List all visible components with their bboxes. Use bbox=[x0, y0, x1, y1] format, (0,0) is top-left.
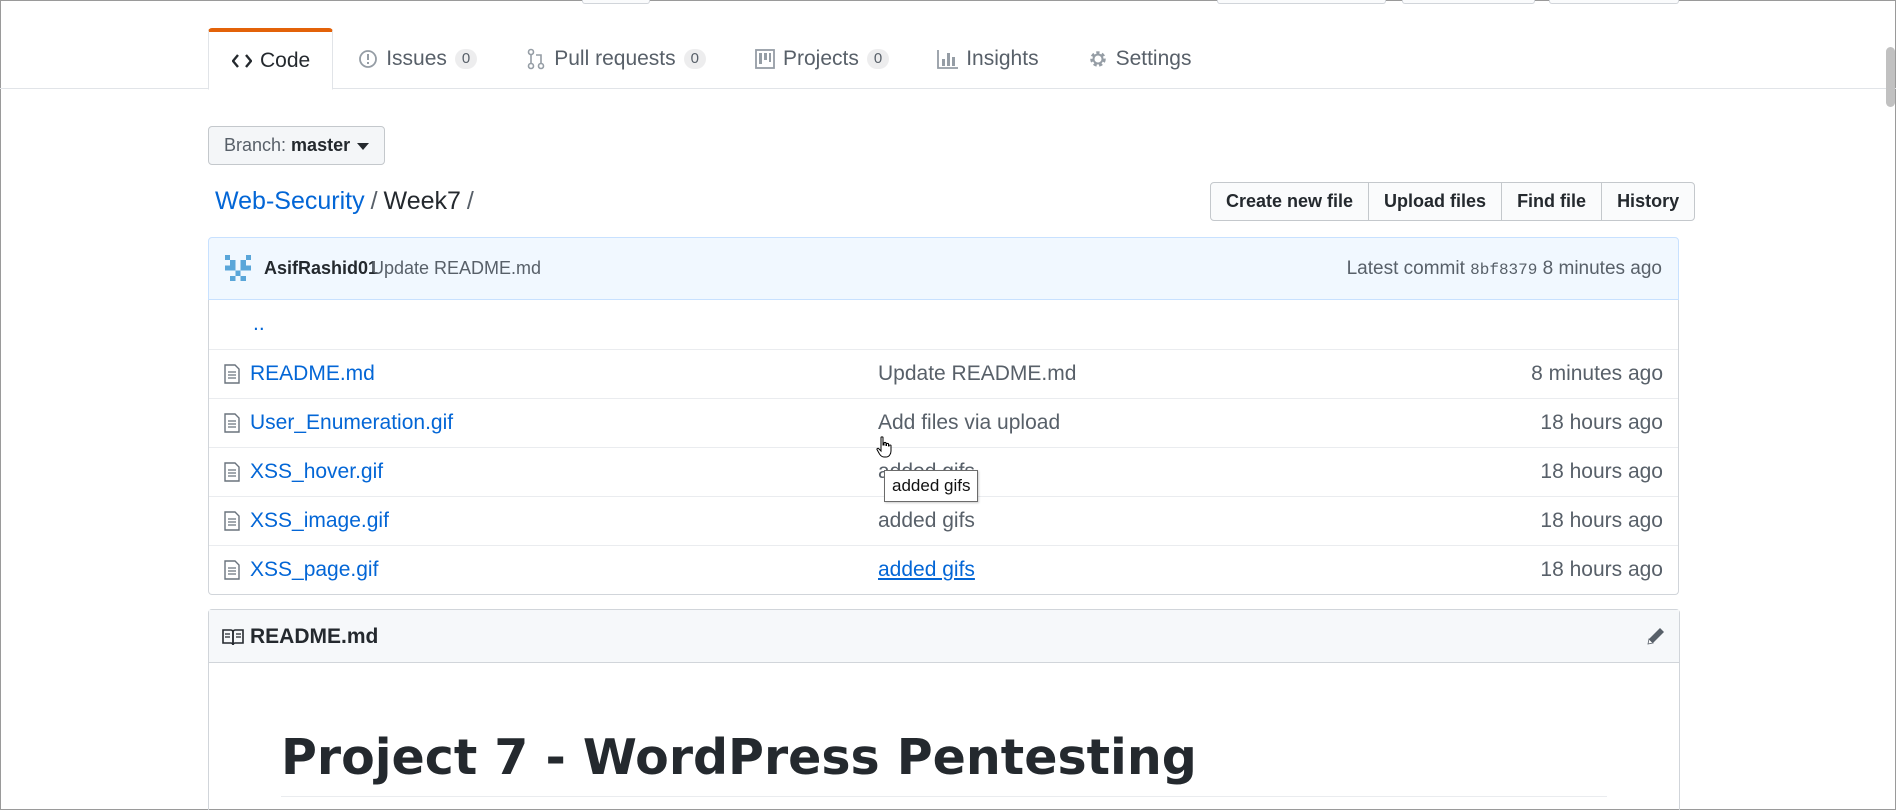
readme-filename: README.md bbox=[250, 625, 379, 648]
file-commit-message-link[interactable]: Update README.md bbox=[878, 362, 1076, 386]
file-list: .. README.md Update README.md 8 minutes … bbox=[208, 300, 1679, 595]
readme-header: README.md bbox=[209, 610, 1679, 663]
breadcrumb: Web-Security / Week7/ bbox=[215, 187, 480, 216]
header-button-stub[interactable] bbox=[582, 0, 650, 4]
heading-divider bbox=[281, 796, 1607, 797]
commit-age: 8 minutes ago bbox=[1542, 258, 1662, 279]
header-button-stub[interactable] bbox=[1217, 0, 1386, 4]
scrollbar-thumb[interactable] bbox=[1886, 47, 1895, 107]
tab-label: Settings bbox=[1115, 46, 1192, 70]
commit-sha-link[interactable]: 8bf8379 bbox=[1470, 261, 1537, 279]
latest-commit-info: Latest commit 8bf8379 8 minutes ago bbox=[1347, 258, 1662, 280]
book-icon bbox=[222, 629, 244, 646]
file-commit-message-link[interactable]: added gifs bbox=[878, 509, 975, 533]
readme-title: README.md bbox=[222, 625, 378, 649]
tooltip: added gifs bbox=[884, 470, 979, 502]
avatar[interactable] bbox=[225, 255, 251, 281]
projects-counter: 0 bbox=[866, 48, 890, 69]
history-button[interactable]: History bbox=[1601, 182, 1696, 221]
file-name-link[interactable]: XSS_hover.gif bbox=[250, 460, 383, 484]
file-age: 18 hours ago bbox=[1540, 411, 1663, 434]
commit-tease: AsifRashid01 Update README.md Latest com… bbox=[208, 237, 1679, 300]
tab-issues[interactable]: Issues 0 bbox=[333, 28, 501, 89]
code-icon bbox=[231, 50, 253, 72]
upload-files-button[interactable]: Upload files bbox=[1368, 182, 1503, 221]
file-icon bbox=[224, 462, 240, 482]
tab-label: Code bbox=[260, 48, 311, 72]
tab-label: Projects bbox=[783, 46, 859, 70]
tab-insights[interactable]: Insights bbox=[913, 28, 1062, 89]
pencil-icon[interactable] bbox=[1645, 625, 1667, 647]
file-age: 8 minutes ago bbox=[1531, 362, 1663, 385]
branch-name: master bbox=[291, 135, 351, 155]
branch-prefix: Branch: bbox=[224, 135, 287, 155]
hand-cursor-icon bbox=[876, 436, 892, 458]
tab-label: Insights bbox=[966, 46, 1039, 70]
file-name-link[interactable]: XSS_image.gif bbox=[250, 509, 389, 533]
caret-down-icon bbox=[357, 143, 370, 150]
breadcrumb-separator: / bbox=[466, 187, 474, 215]
file-name-link[interactable]: XSS_page.gif bbox=[250, 558, 378, 582]
repo-nav: Code Issues 0 Pull requests 0 Projects 0 bbox=[0, 28, 1896, 90]
commit-author-link[interactable]: AsifRashid01 bbox=[264, 258, 378, 279]
project-icon bbox=[754, 48, 776, 70]
find-file-button[interactable]: Find file bbox=[1501, 182, 1603, 221]
pull-request-icon bbox=[525, 48, 547, 70]
table-row: XSS_image.gif added gifs 18 hours ago bbox=[209, 496, 1678, 545]
parent-directory-link[interactable]: .. bbox=[253, 312, 265, 336]
file-icon bbox=[224, 413, 240, 433]
breadcrumb-folder: Week7 bbox=[383, 187, 461, 215]
tab-label: Issues bbox=[386, 46, 447, 70]
file-commit-message-link[interactable]: Add files via upload bbox=[878, 411, 1060, 435]
file-name-link[interactable]: README.md bbox=[250, 362, 375, 386]
file-actions: Create new file Upload files Find file H… bbox=[1210, 182, 1696, 221]
header-button-stub[interactable] bbox=[1402, 0, 1535, 4]
tab-label: Pull requests bbox=[554, 46, 676, 70]
readme-heading: Project 7 - WordPress Pentesting bbox=[281, 729, 1197, 786]
breadcrumb-separator: / bbox=[370, 187, 378, 215]
file-name-link[interactable]: User_Enumeration.gif bbox=[250, 411, 453, 435]
graph-icon bbox=[937, 48, 959, 70]
table-row: .. bbox=[209, 300, 1678, 349]
table-row: README.md Update README.md 8 minutes ago bbox=[209, 349, 1678, 398]
tab-projects[interactable]: Projects 0 bbox=[730, 28, 913, 89]
breadcrumb-repo-link[interactable]: Web-Security bbox=[215, 187, 365, 215]
create-new-file-button[interactable]: Create new file bbox=[1210, 182, 1370, 221]
commit-message-link[interactable]: Update README.md bbox=[371, 258, 541, 279]
file-icon bbox=[224, 511, 240, 531]
readme-box: README.md Project 7 - WordPress Pentesti… bbox=[208, 609, 1680, 810]
pull-requests-counter: 0 bbox=[683, 48, 706, 69]
tab-settings[interactable]: Settings bbox=[1063, 28, 1216, 89]
gear-icon bbox=[1087, 48, 1109, 70]
file-icon bbox=[224, 560, 240, 580]
file-icon bbox=[224, 364, 240, 384]
latest-commit-label: Latest commit bbox=[1346, 258, 1465, 279]
file-age: 18 hours ago bbox=[1540, 460, 1663, 483]
repo-tabs: Code Issues 0 Pull requests 0 Projects 0 bbox=[208, 28, 1216, 90]
table-row: User_Enumeration.gif Add files via uploa… bbox=[209, 398, 1678, 447]
file-commit-message-link[interactable]: added gifs bbox=[878, 558, 975, 582]
header-button-stub[interactable] bbox=[1549, 0, 1679, 4]
issue-icon bbox=[357, 48, 379, 70]
tab-pull-requests[interactable]: Pull requests 0 bbox=[501, 28, 730, 89]
tab-code[interactable]: Code bbox=[208, 28, 334, 90]
file-age: 18 hours ago bbox=[1540, 558, 1663, 581]
table-row: XSS_page.gif added gifs 18 hours ago bbox=[209, 545, 1678, 594]
file-age: 18 hours ago bbox=[1540, 509, 1663, 532]
branch-select-button[interactable]: Branch: master bbox=[208, 126, 386, 165]
issues-counter: 0 bbox=[454, 48, 478, 69]
